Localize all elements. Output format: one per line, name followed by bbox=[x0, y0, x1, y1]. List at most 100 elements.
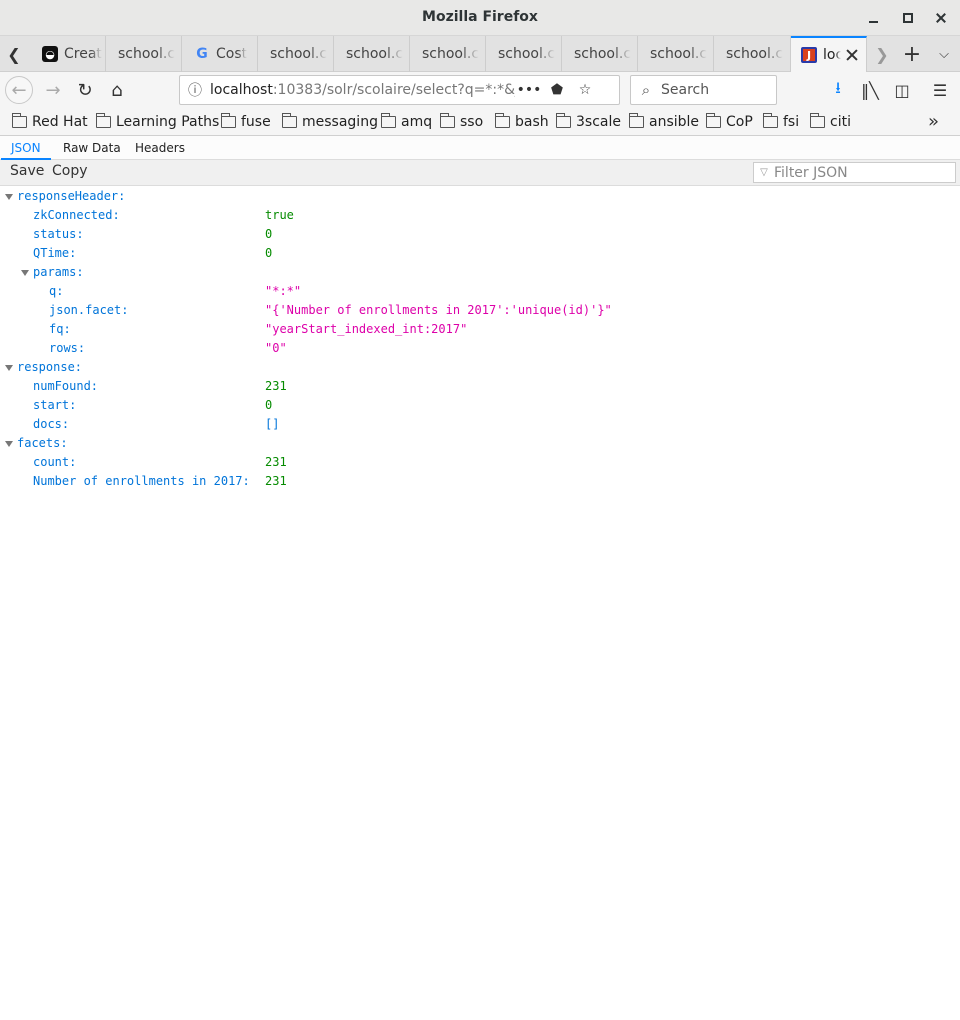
bookmarks-overflow-chevron-icon[interactable]: » bbox=[928, 111, 939, 132]
folder-icon bbox=[380, 113, 396, 128]
minimize-icon[interactable] bbox=[864, 8, 884, 28]
close-window-icon[interactable] bbox=[931, 8, 951, 28]
tab-2[interactable]: G Cost bbox=[182, 36, 258, 72]
tab-scroll-right-icon[interactable]: ❯ bbox=[868, 36, 896, 72]
search-input[interactable] bbox=[661, 82, 771, 98]
tab-active[interactable]: J loc bbox=[791, 36, 867, 72]
tab-1[interactable]: school.c bbox=[106, 36, 182, 72]
bookmark-folder[interactable]: 3scale bbox=[555, 112, 621, 132]
bookmark-label: CoP bbox=[726, 114, 753, 130]
json-tree-row[interactable]: rows: "0" bbox=[0, 339, 960, 358]
bookmark-folder[interactable]: amq bbox=[380, 112, 433, 132]
bookmarks-toolbar: Red Hat Learning Paths fuse messaging am… bbox=[0, 108, 960, 136]
page-actions-ellipsis-icon[interactable]: ••• bbox=[515, 82, 543, 98]
expand-triangle-icon[interactable] bbox=[21, 270, 29, 276]
tab-strip: ❮ ◒ Creat school.c G Cost school.c schoo… bbox=[0, 36, 960, 72]
tab-label: school.c bbox=[574, 46, 632, 62]
pocket-icon[interactable]: ⬟ bbox=[543, 82, 571, 98]
json-key: numFound: bbox=[33, 379, 99, 393]
bookmark-folder[interactable]: citi bbox=[809, 112, 851, 132]
bookmark-label: Learning Paths bbox=[116, 114, 220, 130]
tab-5[interactable]: school.c bbox=[410, 36, 486, 72]
tab-4[interactable]: school.c bbox=[334, 36, 410, 72]
copy-button[interactable]: Copy bbox=[51, 163, 89, 183]
folder-icon bbox=[809, 113, 825, 128]
json-tree-row[interactable]: fq: "yearStart_indexed_int:2017" bbox=[0, 320, 960, 339]
bookmark-folder[interactable]: Learning Paths bbox=[95, 112, 220, 132]
home-icon[interactable]: ⌂ bbox=[103, 76, 131, 104]
tab-8[interactable]: school.c bbox=[638, 36, 714, 72]
sidebar-icon[interactable]: ◫ bbox=[888, 76, 916, 104]
expand-triangle-icon[interactable] bbox=[5, 194, 13, 200]
json-key: responseHeader: bbox=[17, 189, 126, 203]
filter-json-box[interactable]: ▽ bbox=[753, 162, 956, 183]
json-value: "*:*" bbox=[265, 284, 302, 298]
maximize-icon[interactable] bbox=[898, 8, 918, 28]
tab-3[interactable]: school.c bbox=[258, 36, 334, 72]
json-tree-row[interactable]: facets: bbox=[0, 434, 960, 453]
bookmark-label: Red Hat bbox=[32, 114, 88, 130]
json-tree-row[interactable]: QTime: 0 bbox=[0, 244, 960, 263]
solr-favicon-icon: J bbox=[801, 47, 817, 63]
download-arrow-icon[interactable]: ⭳ bbox=[824, 76, 852, 104]
json-tree-row[interactable]: json.facet: "{'Number of enrollments in 2… bbox=[0, 301, 960, 320]
json-key: rows: bbox=[49, 341, 86, 355]
json-tree-row[interactable]: start: 0 bbox=[0, 396, 960, 415]
bookmark-star-icon[interactable]: ☆ bbox=[571, 82, 599, 98]
json-tree-row[interactable]: docs: [] bbox=[0, 415, 960, 434]
bookmark-folder[interactable]: Red Hat bbox=[11, 112, 88, 132]
site-info-icon[interactable]: ⓘ bbox=[180, 80, 210, 100]
tab-headers[interactable]: Headers bbox=[125, 136, 195, 160]
json-tree-row[interactable]: numFound: 231 bbox=[0, 377, 960, 396]
url-path: :10383/solr/scolaire/select?q=*:*&js bbox=[272, 82, 515, 98]
json-tree: responseHeader: zkConnected: true status: 0 Q… bbox=[0, 187, 960, 491]
json-tree-row[interactable]: zkConnected: true bbox=[0, 206, 960, 225]
save-button[interactable]: Save bbox=[9, 163, 45, 183]
tab-close-icon[interactable] bbox=[844, 47, 860, 63]
tab-7[interactable]: school.c bbox=[562, 36, 638, 72]
tab-raw-data[interactable]: Raw Data bbox=[53, 136, 131, 160]
json-tree-row[interactable]: q: "*:*" bbox=[0, 282, 960, 301]
json-viewer-toolbar: Save Copy ▽ bbox=[0, 160, 960, 186]
bookmark-label: amq bbox=[401, 114, 433, 130]
json-key: QTime: bbox=[33, 246, 77, 260]
expand-triangle-icon[interactable] bbox=[5, 365, 13, 371]
json-tree-row[interactable]: Number of enrollments in 2017: 231 bbox=[0, 472, 960, 491]
json-tree-row[interactable]: params: bbox=[0, 263, 960, 282]
back-arrow-icon[interactable]: ← bbox=[5, 76, 33, 104]
tab-6[interactable]: school.c bbox=[486, 36, 562, 72]
tab-label: school.c bbox=[422, 46, 480, 62]
url-bar[interactable]: ⓘ localhost:10383/solr/scolaire/select?q… bbox=[179, 75, 620, 105]
folder-icon bbox=[95, 113, 111, 128]
bookmark-folder[interactable]: CoP bbox=[705, 112, 753, 132]
bookmark-folder[interactable]: ansible bbox=[628, 112, 699, 132]
search-bar[interactable]: ⌕ bbox=[630, 75, 777, 105]
folder-icon bbox=[11, 113, 27, 128]
new-tab-plus-icon[interactable]: + bbox=[898, 36, 926, 72]
folder-icon bbox=[555, 113, 571, 128]
json-tree-row[interactable]: count: 231 bbox=[0, 453, 960, 472]
json-value: 0 bbox=[265, 398, 273, 412]
json-tree-row[interactable]: status: 0 bbox=[0, 225, 960, 244]
expand-triangle-icon[interactable] bbox=[5, 441, 13, 447]
tab-9[interactable]: school.c bbox=[714, 36, 791, 72]
hamburger-menu-icon[interactable]: ☰ bbox=[926, 76, 954, 104]
json-tree-row[interactable]: response: bbox=[0, 358, 960, 377]
tab-json[interactable]: JSON bbox=[1, 136, 51, 160]
bookmark-folder[interactable]: fuse bbox=[220, 112, 271, 132]
json-tree-row[interactable]: responseHeader: bbox=[0, 187, 960, 206]
bookmark-folder[interactable]: bash bbox=[494, 112, 549, 132]
github-favicon-icon: ◒ bbox=[42, 46, 58, 62]
url-text[interactable]: localhost:10383/solr/scolaire/select?q=*… bbox=[210, 82, 515, 98]
tab-scroll-left-icon[interactable]: ❮ bbox=[0, 36, 28, 72]
forward-arrow-icon[interactable]: → bbox=[39, 76, 67, 104]
tab-label: Creat bbox=[64, 46, 102, 62]
bookmark-folder[interactable]: sso bbox=[439, 112, 483, 132]
filter-json-input[interactable] bbox=[774, 164, 949, 181]
library-icon[interactable]: ‖╲ bbox=[856, 76, 884, 104]
bookmark-folder[interactable]: messaging bbox=[281, 112, 378, 132]
tab-0[interactable]: ◒ Creat bbox=[30, 36, 106, 72]
reload-icon[interactable]: ↻ bbox=[71, 76, 99, 104]
bookmark-folder[interactable]: fsi bbox=[762, 112, 799, 132]
tab-list-chevron-down-icon[interactable]: ⌵ bbox=[930, 36, 958, 72]
